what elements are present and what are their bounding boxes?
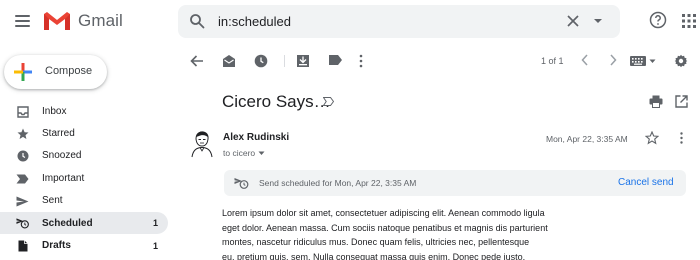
body-line: eu, pretium quis, sem. Nulla consequat m…	[222, 251, 526, 260]
inbox-icon	[16, 105, 29, 118]
mark-unread-icon[interactable]	[222, 54, 236, 68]
gmail-logo[interactable]: Gmail	[43, 10, 123, 32]
plus-icon	[14, 63, 32, 81]
body-line: montes, nascetur ridiculus mus. Donec qu…	[222, 237, 530, 247]
app-name: Gmail	[78, 11, 123, 30]
keyboard-icon[interactable]	[630, 56, 646, 66]
star-icon	[16, 127, 29, 140]
body-line: eget dolor. Aenean massa. Cum sociis nat…	[222, 222, 548, 233]
open-in-new-window-icon[interactable]	[675, 95, 688, 108]
scheduled-send-text: Send scheduled for Mon, Apr 22, 3:35 AM	[259, 178, 417, 188]
clear-search-icon[interactable]	[565, 13, 581, 29]
message-body: Lorem ipsum dolor sit amet, consectetuer…	[222, 206, 592, 260]
sidebar-item-label: Snoozed	[42, 150, 82, 162]
compose-button[interactable]: Compose	[4, 55, 107, 89]
main-menu-icon[interactable]	[12, 10, 34, 32]
sidebar-item-scheduled[interactable]: Scheduled 1	[0, 211, 168, 235]
search-icon[interactable]	[189, 13, 205, 29]
body-line: Lorem ipsum dolor sit amet, consectetuer…	[222, 208, 545, 218]
send-icon	[16, 195, 29, 208]
sidebar-item-important[interactable]: Important	[0, 167, 168, 189]
sidebar-item-snoozed[interactable]: Snoozed	[0, 145, 168, 167]
sidebar-nav: Inbox Starred Snoozed Important Sent Sch…	[0, 100, 168, 257]
scheduled-send-icon	[234, 178, 249, 189]
message-toolbar: 1 of 1	[178, 46, 700, 76]
sidebar-item-label: Scheduled	[42, 217, 93, 229]
label-icon[interactable]	[328, 54, 343, 66]
star-outline-icon[interactable]	[645, 131, 659, 145]
avatar[interactable]	[190, 130, 214, 158]
help-icon[interactable]	[649, 11, 667, 29]
sidebar-item-label: Starred	[42, 128, 75, 140]
pagination-text: 1 of 1	[541, 56, 564, 66]
chevron-right-icon[interactable]	[609, 54, 617, 66]
sidebar-item-label: Important	[42, 172, 85, 184]
top-header: Gmail	[0, 0, 700, 44]
compose-label: Compose	[45, 65, 93, 77]
sidebar-item-count: 1	[152, 218, 158, 229]
search-input[interactable]	[218, 11, 558, 32]
chevron-left-icon[interactable]	[581, 54, 589, 66]
apps-icon[interactable]	[682, 14, 696, 28]
input-tools-dropdown-icon[interactable]	[649, 59, 656, 64]
sidebar-item-label: Sent	[42, 195, 63, 207]
scheduled-send-banner: Send scheduled for Mon, Apr 22, 3:35 AM …	[224, 170, 686, 196]
snooze-icon[interactable]	[254, 54, 268, 68]
toolbar-divider	[284, 55, 285, 67]
sidebar-item-label: Drafts	[42, 240, 71, 252]
move-to-icon[interactable]	[296, 54, 310, 68]
message-subject: Cicero Says…	[222, 92, 331, 111]
settings-gear-icon[interactable]	[674, 54, 688, 68]
search-bar	[178, 5, 620, 38]
chevron-down-icon	[258, 151, 265, 155]
important-marker-icon[interactable]	[323, 97, 334, 106]
recipient-text: to cicero	[223, 148, 256, 158]
clock-icon	[16, 150, 29, 163]
message-date: Mon, Apr 22, 3:35 AM	[546, 134, 628, 144]
scheduled-icon	[16, 217, 29, 230]
more-options-icon[interactable]	[358, 54, 364, 68]
sender-name[interactable]: Alex Rudinski	[223, 132, 289, 143]
sidebar-item-drafts[interactable]: Drafts 1	[0, 234, 168, 256]
sidebar-item-sent[interactable]: Sent	[0, 190, 168, 212]
draft-icon	[16, 239, 29, 252]
sidebar-item-starred[interactable]: Starred	[0, 122, 168, 144]
back-arrow-icon[interactable]	[190, 54, 204, 68]
sidebar-item-count: 1	[152, 240, 158, 251]
sidebar-item-inbox[interactable]: Inbox	[0, 100, 168, 122]
gmail-m-icon	[44, 12, 70, 30]
important-icon	[16, 172, 29, 185]
more-vert-icon[interactable]	[679, 132, 684, 144]
print-icon[interactable]	[649, 95, 663, 108]
recipient-details[interactable]: to cicero	[223, 148, 265, 158]
search-options-icon[interactable]	[593, 17, 603, 25]
cancel-send-button[interactable]: Cancel send	[618, 177, 674, 188]
sidebar-item-label: Inbox	[42, 105, 67, 117]
